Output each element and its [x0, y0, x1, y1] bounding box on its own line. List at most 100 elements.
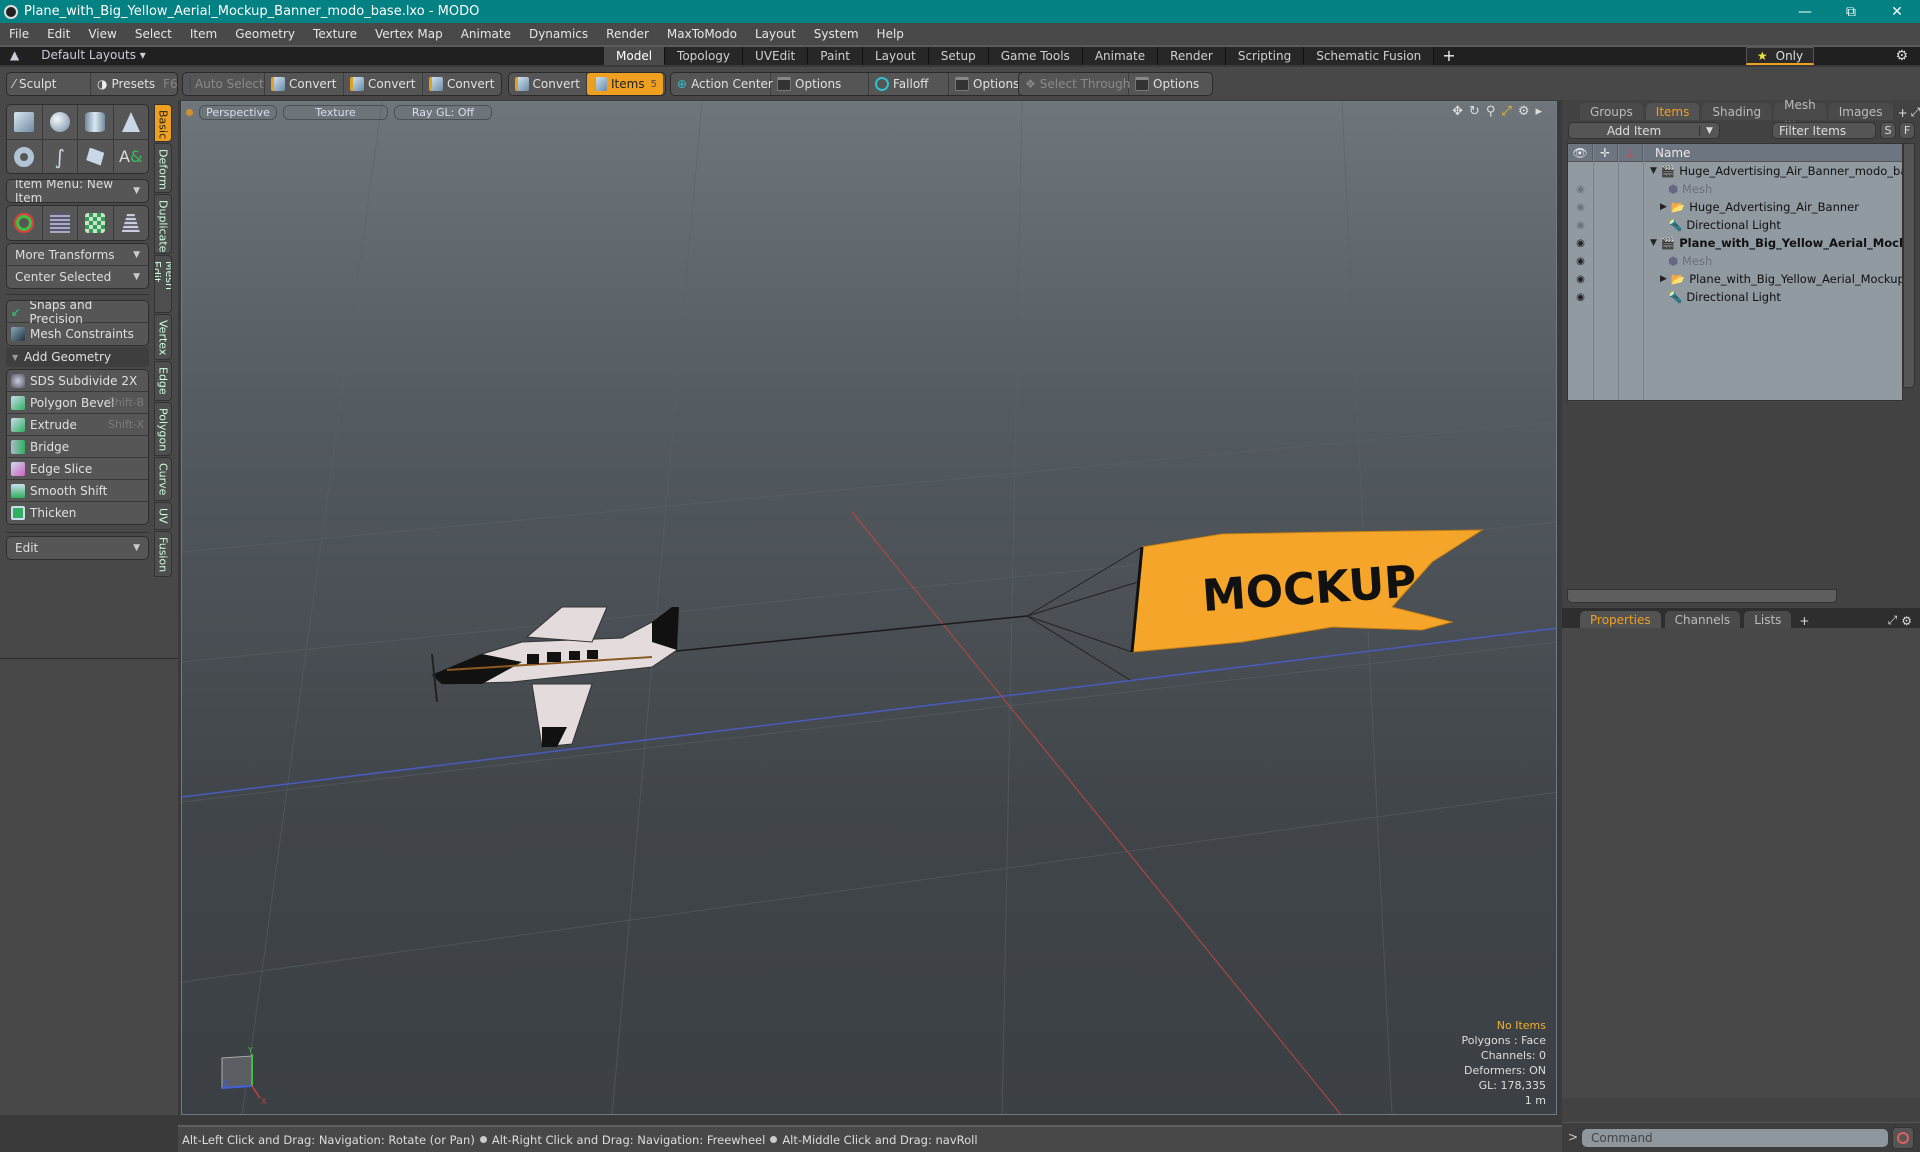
- cylinder-primitive-button[interactable]: [78, 105, 114, 139]
- menu-animate[interactable]: Animate: [452, 27, 520, 41]
- side-tab-basic[interactable]: Basic: [154, 104, 172, 142]
- taper-tool-button[interactable]: [114, 206, 149, 240]
- expand-triangle-icon[interactable]: ▶: [1660, 274, 1667, 284]
- axis-column-icon[interactable]: ⊥: [1618, 144, 1643, 161]
- eye-icon[interactable]: ◉: [1568, 292, 1593, 303]
- side-tab-curve[interactable]: Curve: [154, 457, 172, 501]
- eye-icon[interactable]: ◉: [1568, 184, 1593, 195]
- side-tab-deform[interactable]: Deform: [154, 143, 172, 193]
- tab-images[interactable]: Images: [1828, 103, 1893, 120]
- menu-item[interactable]: Item: [181, 27, 226, 41]
- tree-row[interactable]: ◉ 🔦 Directional Light: [1568, 288, 1902, 306]
- side-tab-edge[interactable]: Edge: [154, 361, 172, 401]
- menu-render[interactable]: Render: [597, 27, 658, 41]
- add-item-dropdown[interactable]: Add Item ▼: [1568, 122, 1720, 139]
- menu-system[interactable]: System: [805, 27, 868, 41]
- action-center-options-button[interactable]: Options: [771, 73, 869, 95]
- more-transforms-dropdown[interactable]: More Transforms ▼: [7, 244, 148, 266]
- lattice-tool-button[interactable]: [43, 206, 78, 240]
- maximize-icon[interactable]: ⤢: [1501, 104, 1511, 119]
- record-macro-button[interactable]: [1892, 1127, 1914, 1149]
- menu-maxtomodo[interactable]: MaxToModo: [658, 27, 746, 41]
- thicken-button[interactable]: Thicken: [7, 502, 148, 524]
- transform-tool-button[interactable]: [7, 206, 43, 240]
- action-center-button[interactable]: ⊕ Action Center: [671, 73, 773, 95]
- expand-triangle-icon[interactable]: ▼: [1650, 166, 1657, 176]
- cube-primitive-button[interactable]: [7, 105, 43, 139]
- expand-triangle-icon[interactable]: ▼: [1650, 238, 1657, 248]
- text-tool-button[interactable]: A&: [114, 140, 149, 173]
- tree-horizontal-scrollbar[interactable]: [1567, 589, 1837, 603]
- menu-dynamics[interactable]: Dynamics: [520, 27, 597, 41]
- default-layouts-dropdown[interactable]: Default Layouts ▾: [41, 48, 146, 62]
- torus-primitive-button[interactable]: [7, 140, 43, 173]
- tab-render[interactable]: Render: [1158, 47, 1226, 65]
- convert-polygons-button[interactable]: Convert: [423, 73, 501, 95]
- lock-column-icon[interactable]: ✛: [1593, 144, 1618, 161]
- falloff-options-button[interactable]: Options: [949, 73, 1027, 95]
- tree-vertical-scrollbar[interactable]: [1903, 143, 1915, 388]
- select-through-button[interactable]: ❖ Select Through: [1019, 73, 1130, 95]
- panel-maximize-icon[interactable]: ⤢: [1888, 613, 1898, 628]
- pan-icon[interactable]: ✥: [1452, 104, 1463, 119]
- 3d-viewport[interactable]: MOCKUP Perspective Texture Ray GL: Off ✥…: [181, 101, 1557, 1115]
- visibility-column-icon[interactable]: 👁: [1568, 144, 1593, 161]
- f-filter-button[interactable]: F: [1899, 122, 1915, 139]
- tab-schematic-fusion[interactable]: Schematic Fusion: [1304, 47, 1435, 65]
- expand-triangle-icon[interactable]: ▶: [1660, 202, 1667, 212]
- convert-edges-button[interactable]: Convert: [344, 73, 423, 95]
- tab-layout[interactable]: Layout: [862, 47, 929, 65]
- select-options-button[interactable]: Options: [1129, 73, 1209, 95]
- side-tab-mesh-edit[interactable]: Mesh Edit: [154, 255, 172, 313]
- sphere-primitive-button[interactable]: [43, 105, 78, 139]
- tree-row[interactable]: ◉ ▶ 📂 Huge_Advertising_Air_Banner: [1568, 198, 1902, 216]
- center-selected-dropdown[interactable]: Center Selected ▼: [7, 266, 148, 288]
- add-tab-button[interactable]: +: [1434, 47, 1463, 65]
- tab-model[interactable]: Model: [604, 47, 666, 65]
- menu-texture[interactable]: Texture: [304, 27, 366, 41]
- gear-icon[interactable]: ⚙: [1895, 48, 1908, 64]
- bridge-button[interactable]: Bridge: [7, 436, 148, 458]
- extrude-button[interactable]: Extrude Shift-X: [7, 414, 148, 436]
- menu-edit[interactable]: Edit: [38, 27, 79, 41]
- command-input[interactable]: Command: [1582, 1129, 1888, 1147]
- add-panel-tab-icon[interactable]: +: [1799, 614, 1809, 628]
- tree-row[interactable]: ◉ ⬢ Mesh: [1568, 252, 1902, 270]
- tree-row[interactable]: ◉ ⬢ Mesh: [1568, 180, 1902, 198]
- only-toggle[interactable]: ★ Only: [1746, 47, 1814, 65]
- rotate-icon[interactable]: ↻: [1469, 104, 1480, 119]
- zoom-icon[interactable]: ⚲: [1486, 104, 1496, 119]
- tab-scripting[interactable]: Scripting: [1225, 47, 1305, 65]
- tree-row[interactable]: ◉ ▼ 🎬 Plane_with_Big_Yellow_Aerial_Mock...: [1568, 234, 1902, 252]
- menu-layout[interactable]: Layout: [746, 27, 805, 41]
- side-tab-polygon[interactable]: Polygon: [154, 402, 172, 456]
- items-mode-button[interactable]: Items 5: [587, 73, 663, 95]
- snaps-precision-button[interactable]: ↙ Snaps and Precision: [7, 301, 148, 326]
- cone-primitive-button[interactable]: [114, 105, 149, 139]
- side-tab-uv[interactable]: UV: [154, 502, 172, 530]
- edge-slice-button[interactable]: Edge Slice: [7, 458, 148, 480]
- tab-animate[interactable]: Animate: [1082, 47, 1159, 65]
- auto-select-button[interactable]: Auto Select: [183, 73, 265, 95]
- panel-gear-icon[interactable]: ⚙: [1901, 614, 1912, 628]
- add-panel-tab-icon[interactable]: +: [1898, 106, 1908, 120]
- layout-expand-icon[interactable]: ▲: [10, 48, 19, 62]
- filter-items-input[interactable]: Filter Items: [1772, 122, 1876, 139]
- viewport-menu-dot[interactable]: [186, 108, 193, 116]
- menu-select[interactable]: Select: [126, 27, 181, 41]
- tab-shading[interactable]: Shading: [1702, 103, 1772, 120]
- name-column-header[interactable]: Name: [1643, 146, 1690, 160]
- menu-geometry[interactable]: Geometry: [226, 27, 304, 41]
- presets-button[interactable]: ◑ Presets F6: [91, 73, 178, 95]
- eye-icon[interactable]: ◉: [1568, 202, 1593, 213]
- tree-row[interactable]: ◉ 🔦 Directional Light: [1568, 216, 1902, 234]
- spiral-primitive-button[interactable]: ∫: [43, 140, 78, 173]
- item-menu-dropdown[interactable]: Item Menu: New Item ▼: [7, 180, 148, 202]
- s-filter-button[interactable]: S: [1880, 122, 1896, 139]
- view-mode-button[interactable]: Perspective: [199, 104, 277, 120]
- smooth-shift-button[interactable]: Smooth Shift: [7, 480, 148, 502]
- panel-maximize-icon[interactable]: ⤢: [1911, 105, 1920, 120]
- falloff-button[interactable]: Falloff: [869, 73, 949, 95]
- eye-icon[interactable]: ◉: [1568, 274, 1593, 285]
- sds-subdivide-button[interactable]: SDS Subdivide 2X: [7, 370, 148, 392]
